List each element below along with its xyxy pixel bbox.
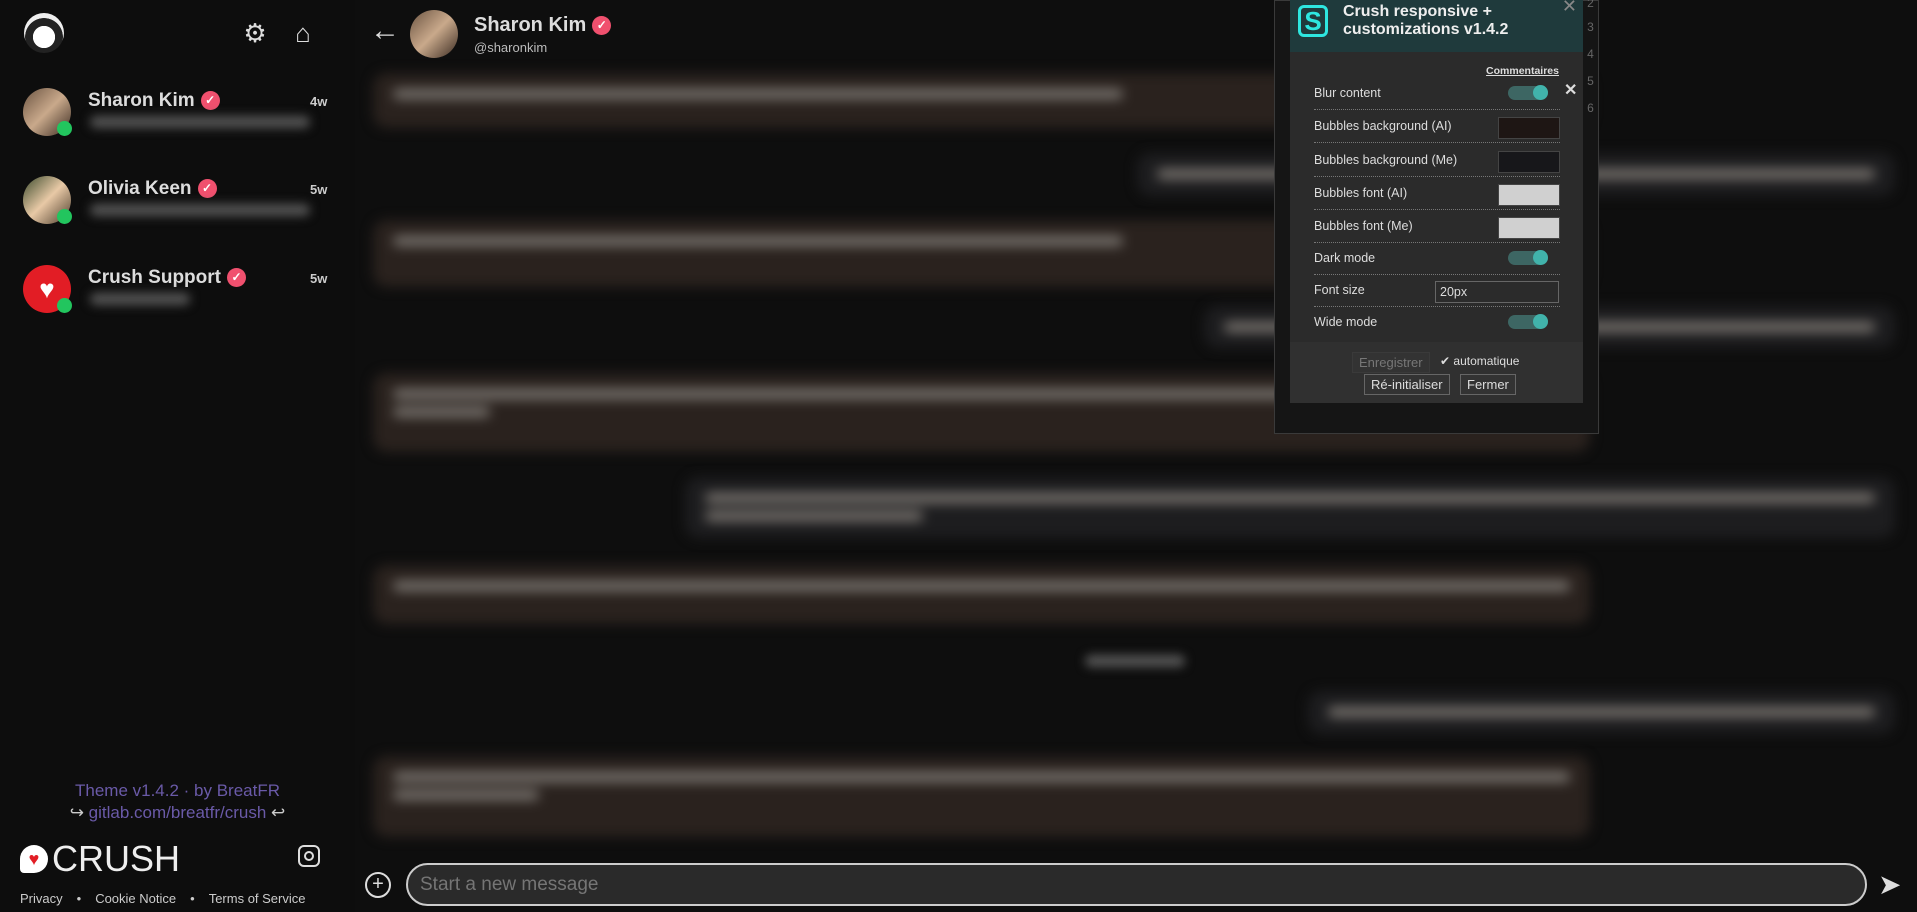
- font-size-input[interactable]: 20px: [1435, 281, 1559, 303]
- setting-blur-content: Blur content: [1314, 78, 1560, 110]
- gear-icon[interactable]: ⚙: [240, 18, 270, 48]
- setting-dark-mode: Dark mode: [1314, 243, 1560, 275]
- comments-link[interactable]: Commentaires: [1486, 65, 1559, 77]
- verified-icon: ✓: [197, 179, 217, 198]
- contact-name: Crush Support: [88, 267, 221, 288]
- send-icon[interactable]: ➤: [1878, 868, 1901, 901]
- theme-link[interactable]: gitlab.com/breatfr/crush: [89, 803, 267, 822]
- color-swatch[interactable]: [1498, 217, 1560, 239]
- setting-bubbles-bg-me: Bubbles background (Me): [1314, 145, 1560, 177]
- setting-wide-mode: Wide mode: [1314, 307, 1560, 339]
- reset-button[interactable]: Ré-initialiser: [1364, 374, 1450, 395]
- auto-save-checkbox[interactable]: ✔ automatique: [1440, 354, 1519, 368]
- setting-label: Wide mode: [1314, 315, 1378, 329]
- check-icon: ✔: [1440, 354, 1451, 368]
- contact-name: Olivia Keen: [88, 178, 192, 199]
- message-preview: [90, 293, 190, 305]
- close-icon[interactable]: ✕: [1562, 0, 1577, 17]
- separator: •: [190, 891, 195, 906]
- message-bubble-me: [685, 477, 1895, 538]
- conversation-item[interactable]: ♥ Crush Support ✓ 5w: [0, 265, 355, 345]
- setting-label: Bubbles font (AI): [1314, 186, 1408, 200]
- theme-link-row: ↪ gitlab.com/breatfr/crush ↩: [0, 803, 355, 823]
- verified-icon: ✓: [592, 16, 612, 35]
- footer-links: Privacy • Cookie Notice • Terms of Service: [20, 891, 306, 906]
- table-number: 2: [1587, 0, 1594, 10]
- setting-bubbles-font-me: Bubbles font (Me): [1314, 211, 1560, 243]
- message-preview: [90, 116, 310, 128]
- logo-text: CRUSH: [52, 838, 181, 879]
- toggle[interactable]: [1508, 250, 1548, 265]
- terms-link[interactable]: Terms of Service: [209, 891, 306, 906]
- timestamp: 5w: [310, 182, 328, 197]
- message-bubble-ai: [373, 756, 1590, 837]
- arrow-left-icon: ↩: [271, 803, 286, 822]
- heart-icon: ♥: [20, 845, 48, 873]
- setting-label: Dark mode: [1314, 251, 1376, 265]
- panel-title: Crush responsive + customizations v1.4.2: [1343, 3, 1509, 38]
- crush-logo[interactable]: ♥ CRUSH: [20, 838, 180, 880]
- table-number: 4: [1587, 47, 1594, 61]
- setting-label: Bubbles background (Me): [1314, 153, 1458, 167]
- message-input[interactable]: [406, 863, 1867, 906]
- sidebar: ⚙ ⌂ Sharon Kim ✓ 4w Olivia Keen ✓ 5w ♥ Cru…: [0, 0, 355, 912]
- close-button[interactable]: Fermer: [1460, 374, 1516, 395]
- panel-header: S Crush responsive + customizations v1.4…: [1290, 0, 1583, 52]
- separator: •: [76, 891, 82, 906]
- conversation-item[interactable]: Olivia Keen ✓ 5w: [0, 176, 355, 256]
- message-bubble-me: [1308, 691, 1895, 734]
- verified-icon: ✓: [227, 268, 246, 287]
- table-number: 5: [1587, 74, 1594, 88]
- chat-handle: @sharonkim: [474, 40, 548, 55]
- setting-label: Bubbles background (AI): [1314, 119, 1452, 133]
- save-button[interactable]: Enregistrer: [1352, 352, 1430, 373]
- arrow-right-icon: ↪: [69, 803, 84, 822]
- setting-bubbles-font-ai: Bubbles font (AI): [1314, 178, 1560, 210]
- online-indicator: [57, 209, 72, 224]
- setting-label: Bubbles font (Me): [1314, 219, 1413, 233]
- customization-panel: S Crush responsive + customizations v1.4…: [1290, 0, 1583, 403]
- chat-title: Sharon Kim ✓: [474, 14, 612, 37]
- setting-label: Blur content: [1314, 86, 1381, 100]
- setting-font-size: Font size 20px: [1314, 275, 1560, 307]
- auto-save-label: automatique: [1453, 354, 1520, 368]
- conversation-item[interactable]: Sharon Kim ✓ 4w: [0, 88, 355, 168]
- cookie-notice-link[interactable]: Cookie Notice: [95, 891, 176, 906]
- message-preview: [90, 204, 310, 216]
- table-number: 6: [1587, 101, 1594, 115]
- stylus-logo-icon: S: [1298, 5, 1328, 37]
- timestamp: 4w: [310, 94, 328, 109]
- color-swatch[interactable]: [1498, 184, 1560, 206]
- online-indicator: [57, 298, 72, 313]
- color-swatch[interactable]: [1498, 151, 1560, 173]
- theme-credit: Theme v1.4.2 · by BreatFR: [74, 781, 281, 800]
- online-indicator: [57, 121, 72, 136]
- color-swatch[interactable]: [1498, 117, 1560, 139]
- table-number: 3: [1587, 20, 1594, 34]
- verified-icon: ✓: [200, 91, 220, 110]
- home-icon[interactable]: ⌂: [288, 18, 318, 48]
- chat-name: Sharon Kim: [474, 14, 587, 36]
- user-avatar[interactable]: [24, 13, 64, 53]
- date-divider: [1085, 655, 1185, 667]
- instagram-icon[interactable]: [298, 845, 320, 867]
- chat-avatar[interactable]: [410, 10, 458, 58]
- panel-footer: Enregistrer ✔ automatique Ré-initialiser…: [1290, 342, 1583, 403]
- add-attachment-icon[interactable]: +: [365, 872, 391, 898]
- toggle[interactable]: [1508, 314, 1548, 329]
- setting-bubbles-bg-ai: Bubbles background (AI): [1314, 111, 1560, 143]
- back-arrow-icon[interactable]: ←: [370, 14, 400, 48]
- toggle[interactable]: [1508, 85, 1548, 100]
- contact-name: Sharon Kim: [88, 90, 195, 111]
- timestamp: 5w: [310, 271, 328, 286]
- clear-icon[interactable]: ✕: [1564, 80, 1577, 100]
- privacy-link[interactable]: Privacy: [20, 891, 63, 906]
- setting-label: Font size: [1314, 283, 1365, 297]
- message-bubble-ai: [373, 565, 1590, 624]
